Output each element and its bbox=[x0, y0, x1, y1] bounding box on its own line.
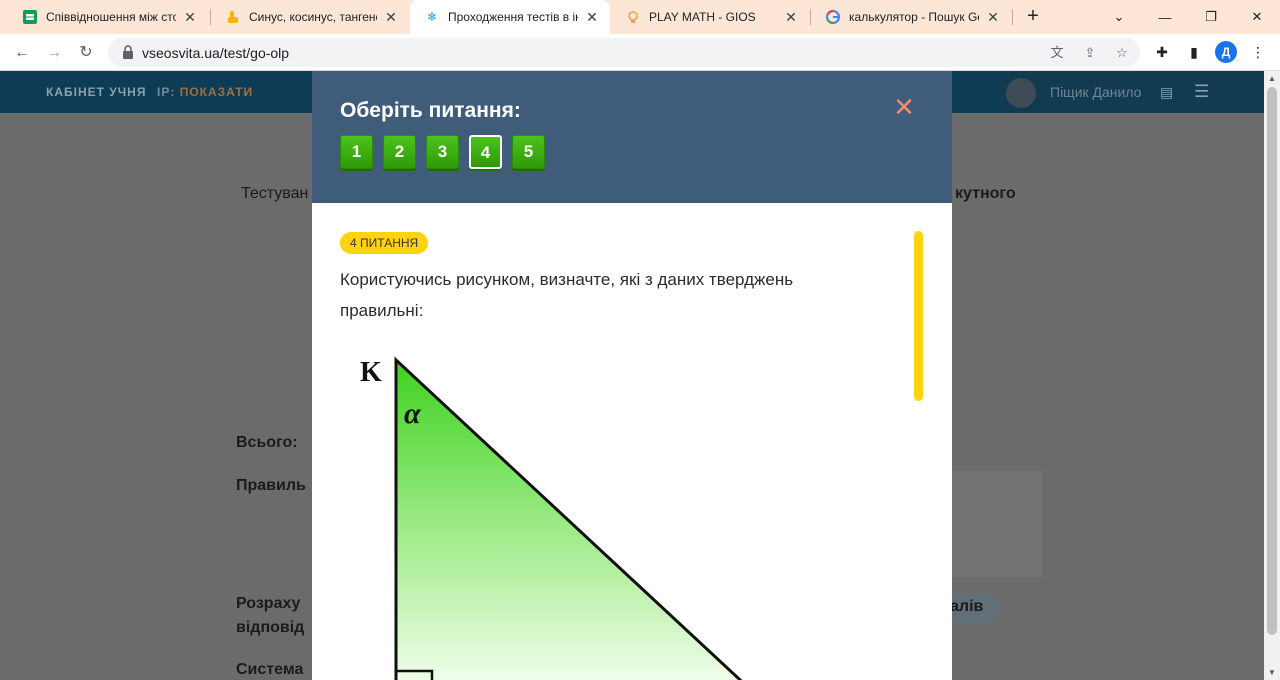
calc-label-line2: відповід bbox=[236, 619, 305, 636]
lock-icon[interactable] bbox=[120, 44, 136, 60]
hand-icon bbox=[225, 9, 241, 25]
url-text: vseosvita.ua/test/go-olp bbox=[142, 45, 290, 61]
side-panel-icon[interactable]: ▮ bbox=[1184, 42, 1204, 62]
total-label: Всього: bbox=[236, 434, 298, 451]
question-button-1[interactable]: 1 bbox=[340, 135, 373, 169]
translate-icon[interactable]: 文 bbox=[1048, 44, 1066, 62]
modal-scrollbar[interactable] bbox=[914, 231, 923, 401]
new-tab-button[interactable]: + bbox=[1022, 6, 1044, 28]
google-icon bbox=[825, 9, 841, 25]
forward-icon[interactable]: → bbox=[42, 41, 66, 65]
avatar[interactable] bbox=[1006, 78, 1036, 108]
tab-title: калькулятор - Пошук Go bbox=[849, 10, 979, 24]
browser-menu-icon[interactable]: ⋮ bbox=[1248, 42, 1268, 62]
reload-icon[interactable]: ↻ bbox=[74, 41, 98, 65]
restore-icon[interactable]: ❐ bbox=[1188, 0, 1234, 34]
share-icon[interactable]: ⇪ bbox=[1081, 44, 1099, 62]
modal-title: Оберіть питання: bbox=[340, 99, 521, 122]
bookmark-star-icon[interactable]: ☆ bbox=[1113, 44, 1131, 62]
tab-separator bbox=[1012, 9, 1013, 25]
close-icon[interactable]: ✕ bbox=[584, 9, 600, 25]
menu-icon[interactable]: ☰ bbox=[1194, 82, 1209, 102]
calc-label-line1: Розраху bbox=[236, 595, 301, 612]
bulb-icon bbox=[625, 9, 641, 25]
question-button-5[interactable]: 5 bbox=[512, 135, 545, 169]
scroll-up-icon[interactable]: ▲ bbox=[1268, 74, 1276, 83]
vertex-label-k: K bbox=[360, 357, 382, 388]
extensions-icon[interactable]: ✚ bbox=[1152, 42, 1172, 62]
question-picker-modal: Оберіть питання: ✕ 1 2 3 4 5 4 ПИТАННЯ К… bbox=[312, 71, 952, 680]
close-icon[interactable]: ✕ bbox=[892, 93, 916, 121]
tab-search-icon[interactable]: ⌄ bbox=[1096, 0, 1142, 34]
browser-tab-5[interactable]: калькулятор - Пошук Go ✕ bbox=[811, 0, 1011, 34]
question-button-2[interactable]: 2 bbox=[383, 135, 416, 169]
browser-tab-3[interactable]: ❄ Проходження тестів в ін ✕ bbox=[410, 0, 610, 34]
close-icon[interactable]: ✕ bbox=[985, 9, 1001, 25]
system-label: Система bbox=[236, 661, 304, 678]
tab-title: PLAY MATH - GIOS bbox=[649, 10, 756, 24]
tab-title: Проходження тестів в ін bbox=[448, 10, 578, 24]
question-text: Користуючись рисунком, визначте, які з д… bbox=[340, 270, 794, 320]
scroll-down-icon[interactable]: ▼ bbox=[1268, 668, 1276, 677]
tab-title: Синус, косинус, тангенс bbox=[249, 10, 377, 24]
browser-tab-1[interactable]: Співвідношення між сто ✕ bbox=[8, 0, 208, 34]
tab-strip: Співвідношення між сто ✕ Синус, косинус,… bbox=[0, 0, 1280, 34]
user-name[interactable]: Піщик Данило bbox=[1050, 84, 1141, 100]
tab-title: Співвідношення між сто bbox=[46, 10, 176, 24]
sheets-icon bbox=[22, 9, 38, 25]
page-scrollbar[interactable]: ▲ ▼ bbox=[1264, 71, 1280, 680]
scrollbar-thumb[interactable] bbox=[1267, 87, 1277, 635]
snowflake-icon: ❄ bbox=[426, 10, 438, 24]
question-button-4[interactable]: 4 bbox=[469, 135, 502, 169]
close-icon[interactable]: ✕ bbox=[383, 9, 399, 25]
browser-tab-4[interactable]: PLAY MATH - GIOS ✕ bbox=[611, 0, 809, 34]
angle-label-alpha: α bbox=[404, 397, 421, 430]
address-bar[interactable]: vseosvita.ua/test/go-olp 文 ⇪ ☆ bbox=[108, 38, 1140, 67]
profile-avatar[interactable]: Д bbox=[1215, 41, 1237, 63]
ip-label: IP: ПОКАЗАТИ bbox=[157, 85, 253, 99]
question-navigation: 1 2 3 4 5 bbox=[340, 135, 545, 169]
triangle-figure: K α bbox=[360, 356, 743, 680]
ip-label-text: IP: bbox=[157, 85, 176, 99]
ip-show-link[interactable]: ПОКАЗАТИ bbox=[180, 85, 254, 99]
browser-toolbar: ← → ↻ vseosvita.ua/test/go-olp 文 ⇪ ☆ bbox=[0, 34, 1280, 71]
close-icon[interactable]: ✕ bbox=[783, 9, 799, 25]
test-title-start: Тестуван bbox=[241, 185, 309, 202]
cabinet-label[interactable]: КАБІНЕТ УЧНЯ bbox=[46, 85, 146, 99]
close-icon[interactable]: ✕ bbox=[182, 9, 198, 25]
browser-tab-2[interactable]: Синус, косинус, тангенс ✕ bbox=[211, 0, 409, 34]
triangle-shape bbox=[394, 356, 743, 680]
minimize-icon[interactable]: — bbox=[1142, 0, 1188, 34]
test-title-end: кутного bbox=[955, 185, 1016, 202]
chat-icon[interactable]: ▤ bbox=[1160, 84, 1173, 101]
score-pill-text: алів bbox=[950, 598, 984, 615]
back-icon[interactable]: ← bbox=[10, 41, 34, 65]
correct-label: Правиль bbox=[236, 477, 306, 494]
question-button-3[interactable]: 3 bbox=[426, 135, 459, 169]
window-close-icon[interactable]: ✕ bbox=[1234, 0, 1280, 34]
modal-header: Оберіть питання: ✕ 1 2 3 4 5 bbox=[312, 71, 952, 203]
result-chart-area bbox=[950, 471, 1042, 577]
question-number-badge: 4 ПИТАННЯ bbox=[340, 232, 429, 254]
